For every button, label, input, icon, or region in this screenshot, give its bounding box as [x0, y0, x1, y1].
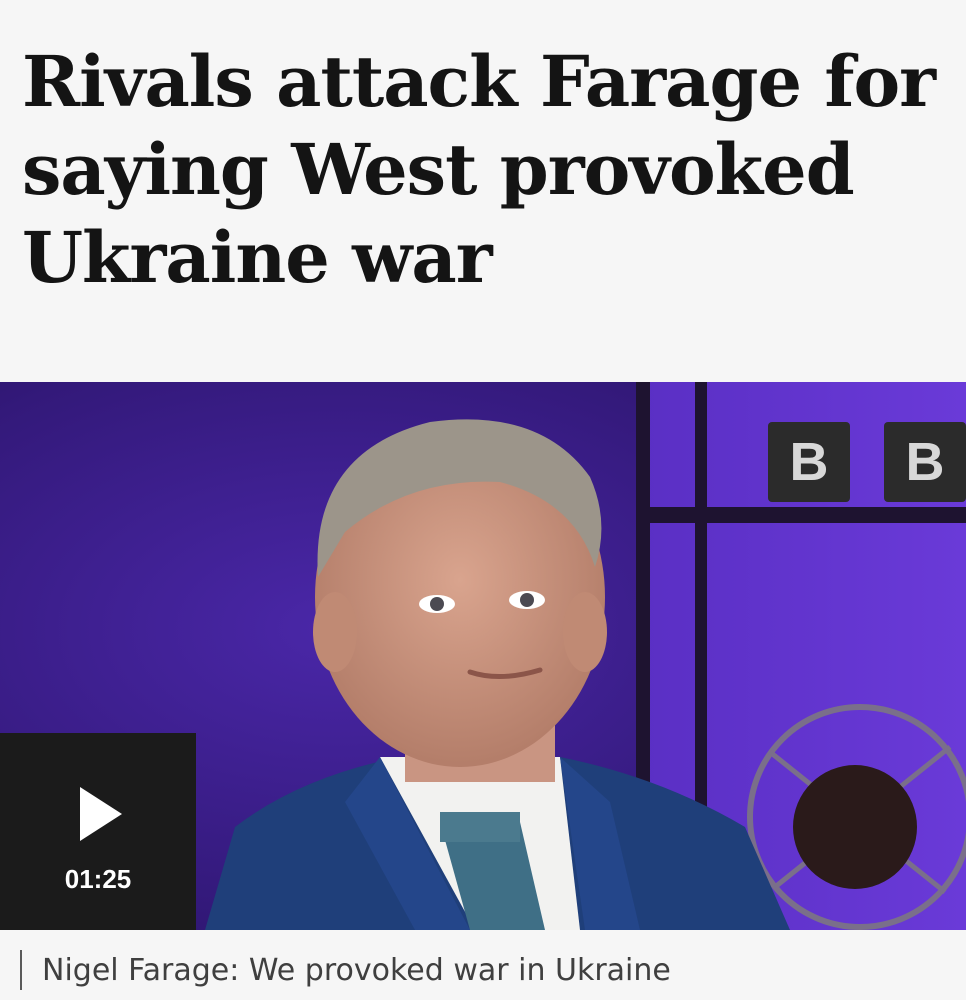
article-headline: Rivals attack Farage for saying West pro…	[22, 40, 936, 299]
video-duration: 01:25	[64, 864, 132, 894]
studio-logo-letter: B	[906, 432, 945, 492]
studio-logo-letter: B	[790, 432, 829, 492]
play-icon[interactable]	[80, 787, 122, 841]
caption-divider	[20, 950, 22, 990]
caption-text: Nigel Farage: We provoked war in Ukraine	[42, 952, 671, 988]
video-caption: Nigel Farage: We provoked war in Ukraine	[20, 948, 671, 992]
